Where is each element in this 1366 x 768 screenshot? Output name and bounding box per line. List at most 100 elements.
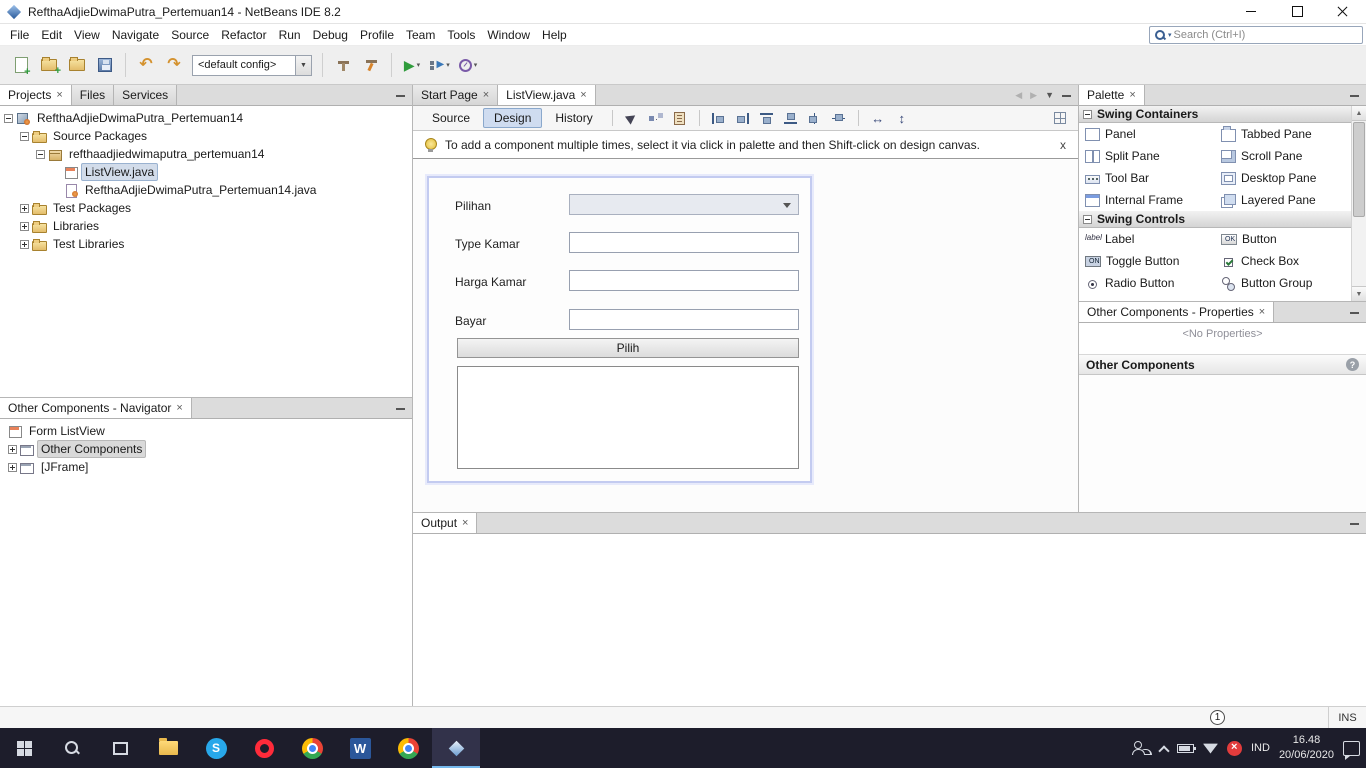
chevron-down-icon[interactable]: ▾ — [474, 61, 478, 69]
close-icon[interactable] — [1060, 138, 1066, 152]
scroll-up-icon[interactable]: ▲ — [1352, 106, 1366, 121]
tree-row-listview-java[interactable]: ListView.java — [0, 163, 412, 181]
form-textfield-harga-kamar[interactable] — [569, 270, 799, 291]
config-dropdown[interactable]: <default config> ▼ — [192, 54, 312, 76]
align-left-button[interactable] — [708, 108, 730, 128]
scrollbar-thumb[interactable] — [1353, 122, 1365, 217]
expand-expander-icon[interactable] — [8, 444, 17, 454]
tree-row-source-packages[interactable]: Source Packages — [0, 127, 412, 145]
expand-expander-icon[interactable] — [8, 462, 17, 472]
help-icon[interactable] — [1346, 358, 1359, 371]
collapse-expander-icon[interactable] — [36, 149, 45, 159]
language-indicator[interactable]: IND — [1251, 742, 1270, 754]
action-center-icon[interactable] — [1343, 740, 1360, 760]
save-all-button[interactable] — [92, 51, 118, 79]
scroll-tabs-left-icon[interactable]: ◀ — [1015, 90, 1022, 101]
minimize-panel-icon[interactable] — [396, 91, 405, 100]
palette-item-layered-pane[interactable]: Layered Pane — [1215, 189, 1351, 211]
debug-project-button[interactable]: ▾ — [427, 51, 453, 79]
connection-mode-button[interactable] — [645, 108, 667, 128]
clock[interactable]: 16.48 20/06/2020 — [1279, 733, 1334, 763]
menu-help[interactable]: Help — [536, 25, 573, 45]
minimize-panel-icon[interactable] — [396, 404, 405, 413]
profile-project-button[interactable]: ▾ — [455, 51, 481, 79]
palette-scrollbar[interactable]: ▲ ▼ — [1351, 106, 1366, 301]
close-icon[interactable] — [580, 90, 586, 101]
sync-error-icon[interactable] — [1226, 740, 1242, 756]
scroll-tabs-right-icon[interactable]: ▶ — [1030, 90, 1037, 101]
palette-item-label[interactable]: Label — [1079, 228, 1215, 250]
close-icon[interactable] — [1259, 307, 1265, 318]
palette-item-split-pane[interactable]: Split Pane — [1079, 145, 1215, 167]
people-icon[interactable] — [1131, 741, 1150, 755]
form-combobox-pilihan[interactable] — [569, 194, 799, 215]
align-top-button[interactable] — [756, 108, 778, 128]
form-textarea[interactable] — [457, 366, 799, 469]
clean-build-button[interactable] — [358, 51, 384, 79]
close-icon[interactable] — [462, 518, 468, 529]
collapse-expander-icon[interactable] — [1083, 109, 1092, 119]
minimize-panel-icon[interactable] — [1350, 308, 1359, 317]
menu-run[interactable]: Run — [273, 25, 307, 45]
tree-row-libraries[interactable]: Libraries — [0, 217, 412, 235]
tab-listview-java[interactable]: ListView.java — [498, 85, 596, 105]
palette-item-scroll-pane[interactable]: Scroll Pane — [1215, 145, 1351, 167]
minimize-panel-icon[interactable] — [1350, 519, 1359, 528]
chevron-down-icon[interactable]: ▾ — [417, 61, 421, 69]
palette-section-swing-controls[interactable]: Swing Controls — [1079, 211, 1351, 228]
form-button-pilih[interactable]: Pilih — [457, 338, 799, 358]
quick-search[interactable]: ▾ — [1149, 26, 1363, 44]
minimize-panel-icon[interactable] — [1350, 91, 1359, 100]
close-icon[interactable] — [56, 90, 62, 101]
tab-services[interactable]: Services — [114, 85, 178, 105]
menu-navigate[interactable]: Navigate — [106, 25, 165, 45]
opera-button[interactable] — [240, 728, 288, 768]
palette-item-desktop-pane[interactable]: Desktop Pane — [1215, 167, 1351, 189]
tree-row-other-components[interactable]: Other Components — [0, 440, 412, 458]
chrome-button-2[interactable] — [384, 728, 432, 768]
tree-row-project[interactable]: RefthaAdjieDwimaPutra_Pertemuan14 — [0, 109, 412, 127]
expand-expander-icon[interactable] — [20, 221, 29, 231]
form-textfield-bayar[interactable] — [569, 309, 799, 330]
form-textfield-type-kamar[interactable] — [569, 232, 799, 253]
chevron-down-icon[interactable]: ▾ — [1168, 31, 1172, 39]
tab-files[interactable]: Files — [71, 85, 115, 105]
file-explorer-button[interactable] — [144, 728, 192, 768]
form-label-bayar[interactable]: Bayar — [455, 314, 486, 328]
run-project-button[interactable]: ▶ ▾ — [399, 51, 425, 79]
align-right-button[interactable] — [732, 108, 754, 128]
minimize-button[interactable] — [1228, 0, 1274, 23]
palette-item-internal-frame[interactable]: Internal Frame — [1079, 189, 1215, 211]
maximize-button[interactable] — [1274, 0, 1320, 23]
design-canvas[interactable]: Pilihan Type Kamar Harga Kamar Bayar Pil… — [413, 159, 1078, 512]
close-button[interactable] — [1320, 0, 1366, 23]
tree-row-test-libraries[interactable]: Test Libraries — [0, 235, 412, 253]
close-icon[interactable] — [483, 90, 489, 101]
expand-expander-icon[interactable] — [20, 239, 29, 249]
palette-section-swing-containers[interactable]: Swing Containers — [1079, 106, 1351, 123]
menu-window[interactable]: Window — [481, 25, 536, 45]
chevron-down-icon[interactable]: ▼ — [295, 55, 311, 75]
tab-output[interactable]: Output — [413, 513, 478, 533]
align-bottom-button[interactable] — [780, 108, 802, 128]
split-view-button[interactable] — [1044, 108, 1066, 128]
task-view-button[interactable] — [96, 728, 144, 768]
menu-file[interactable]: File — [4, 25, 35, 45]
minimize-panel-icon[interactable] — [1062, 91, 1071, 100]
skype-button[interactable]: S — [192, 728, 240, 768]
preview-design-button[interactable] — [669, 108, 691, 128]
tree-row-jframe[interactable]: [JFrame] — [0, 458, 412, 476]
tab-navigator[interactable]: Other Components - Navigator — [0, 398, 192, 418]
open-project-button[interactable] — [64, 51, 90, 79]
menu-tools[interactable]: Tools — [441, 25, 481, 45]
menu-team[interactable]: Team — [400, 25, 441, 45]
view-history-button[interactable]: History — [544, 108, 603, 128]
tab-projects[interactable]: Projects — [0, 85, 72, 105]
chevron-up-icon[interactable] — [1159, 744, 1168, 753]
tab-properties[interactable]: Other Components - Properties — [1079, 302, 1275, 322]
collapse-expander-icon[interactable] — [4, 113, 13, 123]
palette-item-radio-button[interactable]: Radio Button — [1079, 272, 1215, 294]
form-label-pilihan[interactable]: Pilihan — [455, 199, 491, 213]
palette-item-toggle-button[interactable]: Toggle Button — [1079, 250, 1215, 272]
taskbar-search-button[interactable] — [48, 728, 96, 768]
